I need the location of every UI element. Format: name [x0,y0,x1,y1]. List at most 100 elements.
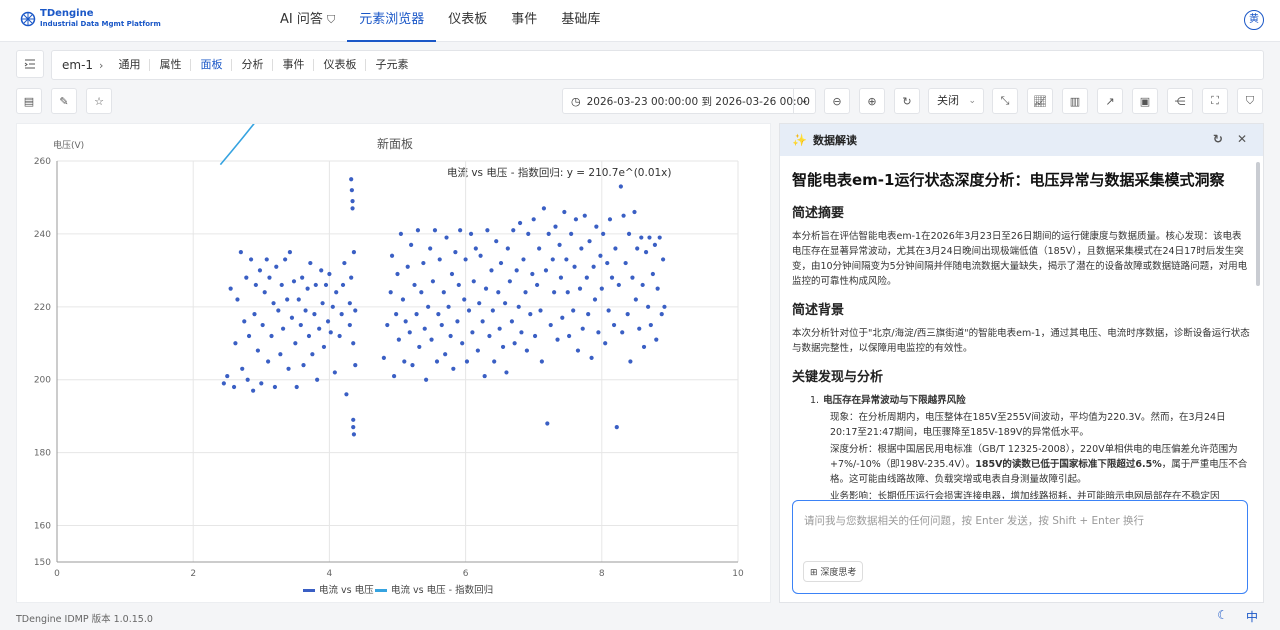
finding-phenomenon: 现象：在分析周期内，电压整体在185V至255V间波动，平均值为220.3V。然… [830,412,1226,438]
scatter-point [340,282,346,288]
scatter-point [460,341,465,346]
tab-dashboards[interactable]: 仪表板 [314,59,367,71]
analysis-title: 智能电表em-1运行状态深度分析：电压异常与数据采集模式洞察 [792,171,1225,189]
scatter-point [339,312,344,317]
zoom-in-button[interactable]: ⊕ [859,88,885,114]
user-avatar[interactable]: 黄 [1244,10,1264,30]
scatter-point [626,231,632,237]
legend[interactable]: 电流 vs 电压 电流 vs 电压 - 指数回归 [303,584,493,596]
y-tick-label: 240 [34,230,51,240]
zoom-out-button[interactable]: ⊖ [824,88,850,114]
scatter-point [398,231,404,237]
scatter-point [647,235,652,240]
scatter-point [558,275,564,280]
scatter-point [405,264,410,269]
scatter-point [531,217,536,222]
ai-shield-button[interactable]: ⛉ [1237,88,1263,114]
scatter-point [526,231,531,237]
close-icon[interactable]: ✕ [1237,132,1247,146]
scatter-chart[interactable]: 新面板 电压(V) 电流 vs 电压 - 指数回归: y = 210.7e^(0… [17,0,772,604]
chart-title: 新面板 [377,136,413,151]
favorite-button[interactable]: ☆ [86,88,112,114]
scatter-point [507,279,512,284]
time-range-picker[interactable]: ◷ 2026-03-23 00:00:00 到 2026-03-26 00:00… [562,88,816,114]
moon-icon[interactable]: ☾ [1217,608,1228,625]
line-chart-button[interactable]: 📈︎ [1027,88,1053,114]
ai-scrollbar[interactable] [1256,162,1260,286]
bar-chart-button[interactable]: ▥ [1062,88,1088,114]
panel-list-button[interactable]: ▤ [16,88,42,114]
x-tick-label: 8 [599,569,605,579]
scatter-point [344,392,349,397]
scatter-point [327,271,332,277]
scatter-point [628,359,633,364]
scatter-point [637,326,642,331]
scatter-point [650,271,655,277]
tab-child-elements[interactable]: 子元素 [366,59,417,71]
scatter-point [598,253,603,258]
axis-ticks: 150 160 180 200 220 240 260 0 2 4 6 8 10 [34,157,744,579]
scatter-point [325,319,331,324]
legend-scatter-label[interactable]: 电流 vs 电压 [319,584,374,596]
scatter-point [267,275,272,280]
scatter-point [640,282,645,288]
scatter-point [252,312,257,317]
scatter-point [414,312,419,317]
scatter-point [286,366,291,371]
share-button[interactable]: ⋲ [1167,88,1193,114]
scatter-point [639,235,644,240]
scatter-point [439,322,444,328]
logo[interactable]: TDengine Industrial Data Mgmt Platform [20,9,161,29]
scatter-point [662,304,667,309]
nav-tab-library[interactable]: 基础库 [549,0,612,42]
regression-line [219,0,349,166]
scatter-point [381,355,386,360]
scatter-point [603,341,608,346]
ai-question-input[interactable]: 请问我与您数据相关的任何问题，按 Enter 发送，按 Shift + Ente… [792,500,1248,594]
scatter-point [456,282,461,288]
tab-panels[interactable]: 面板 [191,59,233,71]
nav-tab-events[interactable]: 事件 [499,0,549,42]
tab-events[interactable]: 事件 [273,59,315,71]
fullscreen-exit-button[interactable]: ⤡ [992,88,1018,114]
chevron-down-icon[interactable]: ⌄ [793,89,815,113]
breadcrumb-root[interactable]: em-1 [62,58,97,72]
scatter-point [328,330,333,335]
scatter-point [455,319,460,324]
scatter-point [643,250,649,255]
image-export-button[interactable]: ▣ [1132,88,1158,114]
scatter-point [332,370,337,375]
document-icon: ▤ [23,94,35,108]
scatter-point [350,199,355,204]
scatter-point [320,301,325,306]
scatter-point [240,366,245,371]
sidebar-toggle-button[interactable] [16,50,44,78]
refresh-icon[interactable]: ↻ [1213,132,1223,146]
tab-attributes[interactable]: 属性 [150,59,192,71]
scatter-point [618,184,623,189]
tab-general[interactable]: 通用 [109,59,151,71]
trend-button[interactable]: ↗ [1097,88,1123,114]
edit-button[interactable]: ✎ [51,88,77,114]
refresh-button[interactable]: ↻ [894,88,920,114]
scatter-point [579,246,584,251]
scatter-point [228,286,233,291]
fullscreen-button[interactable]: ⛶ [1202,88,1228,114]
scatter-point [396,337,401,342]
tab-analysis[interactable]: 分析 [232,59,274,71]
language-switch[interactable]: 中 [1246,608,1258,625]
auto-refresh-select[interactable]: 关闭 ⌄ [928,88,984,114]
scatter-point [519,330,524,335]
logo-title: TDengine [40,8,94,19]
nav-tab-dashboards[interactable]: 仪表板 [436,0,499,42]
nav-tab-element-browser[interactable]: 元素浏览器 [347,0,437,42]
deep-think-toggle[interactable]: ⊞ 深度思考 [803,561,864,582]
footer-controls: ☾ 中 [1217,608,1258,625]
bar-chart-icon: ▥ [1069,94,1081,108]
scatter-point [444,235,449,240]
nav-tab-ai-qa[interactable]: AI 问答 ⛉ [268,0,347,42]
scatter-point [448,333,453,339]
scatter-point [483,286,489,291]
legend-regression-label[interactable]: 电流 vs 电压 - 指数回归 [391,584,493,596]
scatter-point [353,308,358,313]
